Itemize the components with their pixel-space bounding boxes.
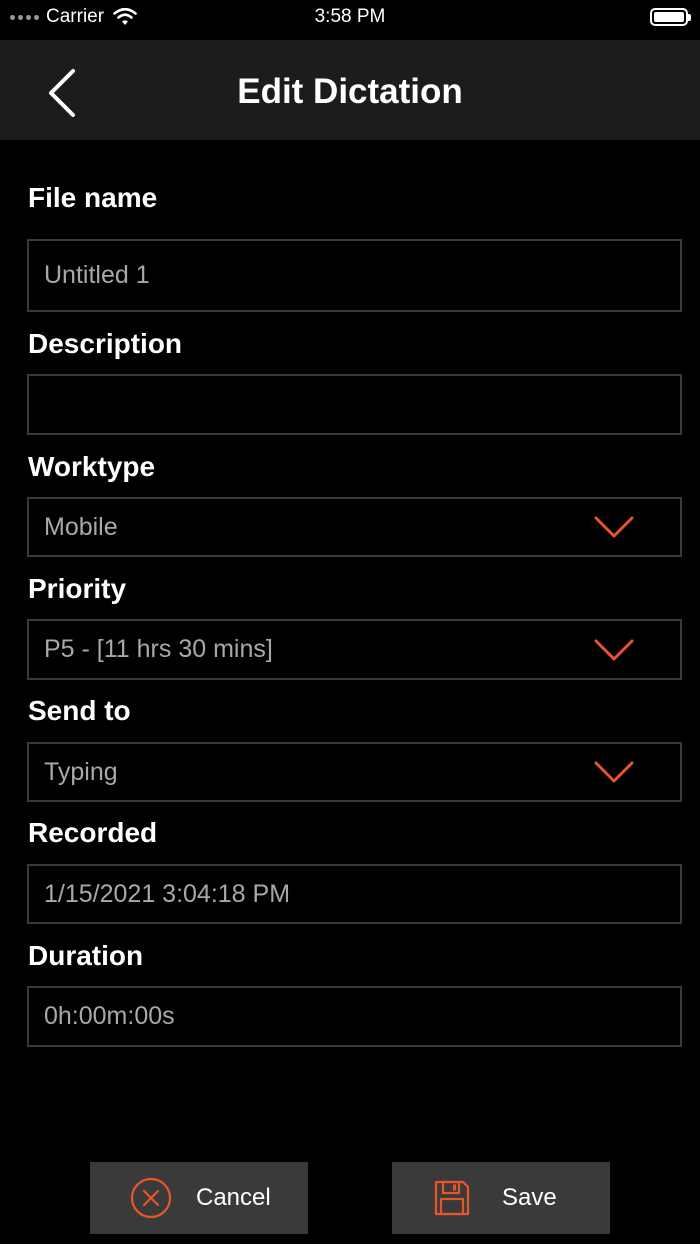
priority-value: P5 - [11 hrs 30 mins] [44,635,273,663]
description-label: Description [28,328,183,359]
status-bar: Carrier 3:58 PM [0,0,700,40]
chevron-down-icon [594,761,634,783]
duration-label: Duration [28,940,144,971]
recorded-value: 1/15/2021 3:04:18 PM [44,879,291,908]
send-to-value: Typing [44,757,118,786]
priority-select[interactable]: P5 - [11 hrs 30 mins] [27,619,682,680]
worktype-label: Worktype [28,451,156,482]
send-to-select[interactable]: Typing [27,742,682,802]
file-name-label: File name [28,182,158,213]
cancel-label: Cancel [196,1184,271,1211]
chevron-down-icon [594,516,634,538]
chevron-down-icon [594,639,634,660]
floppy-disk-icon [434,1180,470,1216]
battery-icon [650,8,691,26]
recorded-field: 1/15/2021 3:04:18 PM [27,864,682,924]
save-button[interactable]: Save [392,1162,610,1234]
file-name-input[interactable]: Untitled 1 [27,239,682,312]
cancel-button[interactable]: Cancel [90,1162,308,1234]
file-name-value: Untitled 1 [44,261,150,289]
status-time: 3:58 PM [314,6,386,27]
page-title: Edit Dictation [237,72,463,111]
description-input[interactable] [27,374,682,435]
worktype-select[interactable]: Mobile [27,497,682,557]
duration-value: 0h:00m:00s [44,1002,175,1030]
duration-field: 0h:00m:00s [27,986,682,1047]
priority-label: Priority [28,573,127,604]
save-label: Save [502,1184,557,1211]
cancel-icon [130,1177,172,1219]
send-to-label: Send to [28,695,131,726]
worktype-value: Mobile [44,512,118,541]
navigation-bar: Edit Dictation [0,40,700,140]
recorded-label: Recorded [28,817,158,848]
